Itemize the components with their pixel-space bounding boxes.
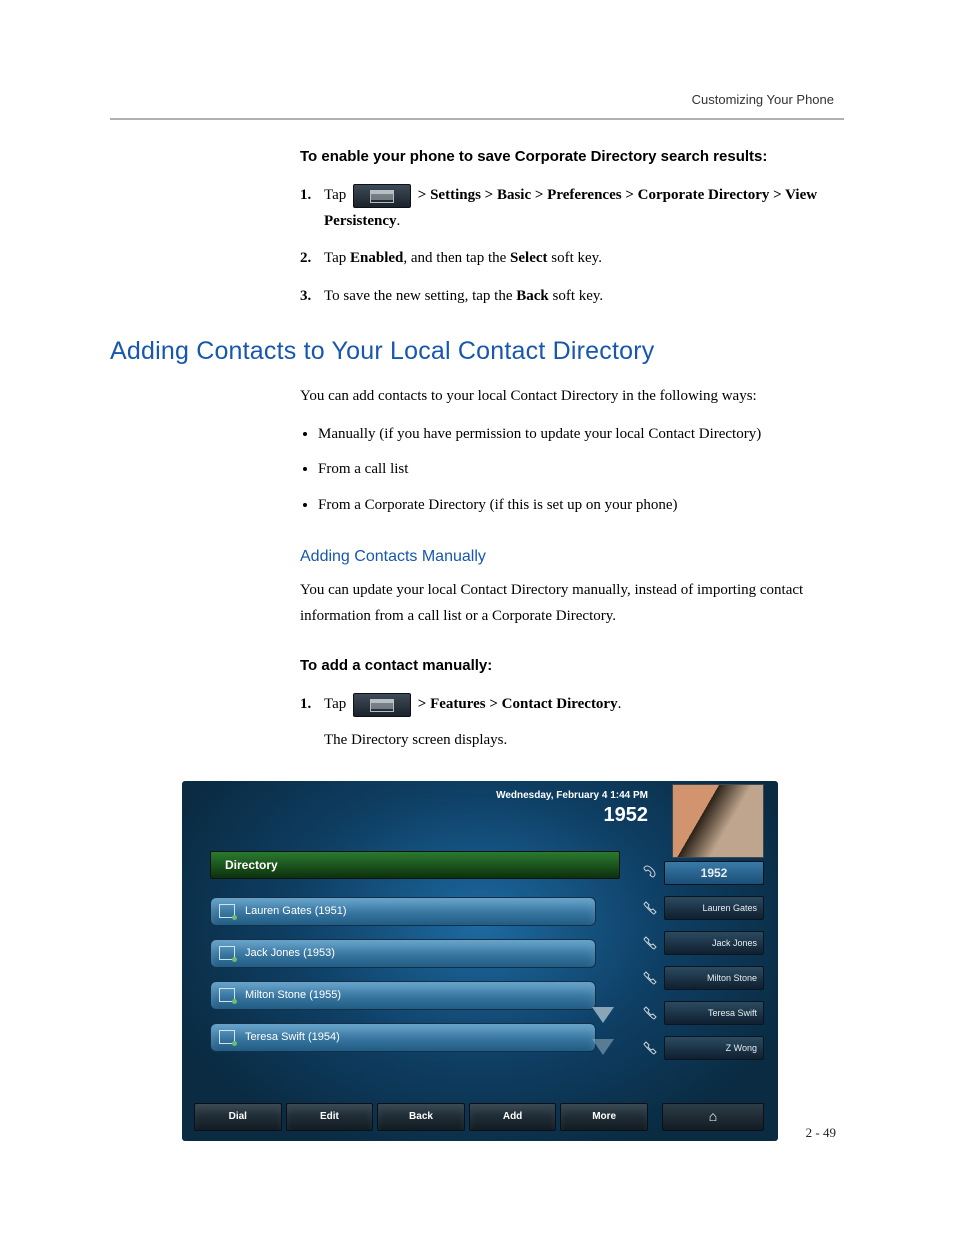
bullet-list: Manually (if you have permission to upda… [300,422,844,519]
softkey-add[interactable]: Add [469,1103,557,1131]
handset-icon [643,1039,659,1055]
speed-dial-chip[interactable]: Jack Jones [664,931,764,955]
softkey-dial[interactable]: Dial [194,1103,282,1131]
procedure-steps-2: Tap > Features > Contact Directory. The … [300,692,844,753]
chip-label: Teresa Swift [708,1008,757,1018]
intro-paragraph: You can add contacts to your local Conta… [300,384,844,410]
contact-row[interactable]: Jack Jones (1953) [210,939,596,968]
directory-title: Directory [210,851,620,879]
header-rule [110,118,844,120]
t: soft key. [548,250,602,266]
avatar [672,784,764,858]
t: , and then tap the [403,250,510,266]
bullet-item: From a Corporate Directory (if this is s… [318,493,844,519]
bullet-item: From a call list [318,457,844,483]
status-datetime: Wednesday, February 4 1:44 PM [496,790,648,801]
directory-panel: Directory Lauren Gates (1951) Jack Jones… [210,851,620,1065]
t: Back [516,288,549,304]
handset-icon [643,1004,659,1020]
contact-card-icon [219,988,235,1002]
contact-card-icon [219,946,235,960]
handset-icon [643,969,659,985]
chip-label: Z Wong [726,1043,757,1053]
step-1b: Tap > Features > Contact Directory. The … [300,692,844,753]
contact-card-icon [219,1030,235,1044]
menu-icon [353,184,411,208]
chip-label: Milton Stone [707,973,757,983]
handset-icon [643,934,659,950]
step-1: Tap > Settings > Basic > Preferences > C… [300,183,844,234]
menu-icon [353,693,411,717]
chip-label: Lauren Gates [702,903,757,913]
speed-dial-column: 1952 Lauren Gates Jack Jones Milton Ston… [664,861,764,1071]
contact-row[interactable]: Milton Stone (1955) [210,981,596,1010]
page-number: 2 - 49 [806,1125,836,1141]
chip-label: Jack Jones [712,938,757,948]
t: To save the new setting, tap the [324,288,516,304]
scroll-down-icon[interactable] [592,1007,614,1023]
home-button[interactable]: ⌂ [662,1103,764,1131]
t: soft key. [549,288,603,304]
t: . [618,696,622,712]
step-text: Tap [324,187,350,203]
step-after: The Directory screen displays. [324,732,507,748]
scroll-end-icon[interactable] [592,1039,614,1055]
contact-label: Lauren Gates (1951) [245,905,347,917]
softkey-more[interactable]: More [560,1103,648,1131]
handset-icon [643,899,659,915]
step-3: To save the new setting, tap the Back so… [300,284,844,310]
speed-dial-chip[interactable]: Teresa Swift [664,1001,764,1025]
speed-dial-chip[interactable]: Lauren Gates [664,896,764,920]
contact-card-icon [219,904,235,918]
procedure-steps-1: Tap > Settings > Basic > Preferences > C… [300,183,844,309]
contact-label: Jack Jones (1953) [245,947,335,959]
procedure-heading-1: To enable your phone to save Corporate D… [300,148,844,165]
contact-label: Milton Stone (1955) [245,989,341,1001]
step-2: Tap Enabled, and then tap the Select sof… [300,246,844,272]
section-heading: Adding Contacts to Your Local Contact Di… [110,337,844,366]
phone-screenshot: Wednesday, February 4 1:44 PM 1952 1952 … [182,781,778,1141]
procedure-heading-2: To add a contact manually: [300,657,844,674]
line-key-self[interactable]: 1952 [664,861,764,885]
speed-dial-chip[interactable]: Milton Stone [664,966,764,990]
softkey-edit[interactable]: Edit [286,1103,374,1131]
bullet-item: Manually (if you have permission to upda… [318,422,844,448]
t: Tap [324,250,350,266]
contact-row[interactable]: Lauren Gates (1951) [210,897,596,926]
speed-dial-chip[interactable]: Z Wong [664,1036,764,1060]
nav-path: > Features > Contact Directory [418,696,618,712]
step-end: . [396,213,400,229]
t: Select [510,250,547,266]
t: Enabled [350,250,403,266]
status-extension: 1952 [604,804,649,827]
page-header-right: Customizing Your Phone [692,92,834,107]
t: Tap [324,696,350,712]
handset-icon [643,864,659,880]
softkey-bar: Dial Edit Back Add More [194,1103,648,1131]
home-icon: ⌂ [709,1108,717,1124]
chip-label: 1952 [701,866,728,880]
subsection-heading: Adding Contacts Manually [300,548,844,566]
softkey-back[interactable]: Back [377,1103,465,1131]
subsection-paragraph: You can update your local Contact Direct… [300,578,844,629]
contact-label: Teresa Swift (1954) [245,1031,340,1043]
contact-row[interactable]: Teresa Swift (1954) [210,1023,596,1052]
